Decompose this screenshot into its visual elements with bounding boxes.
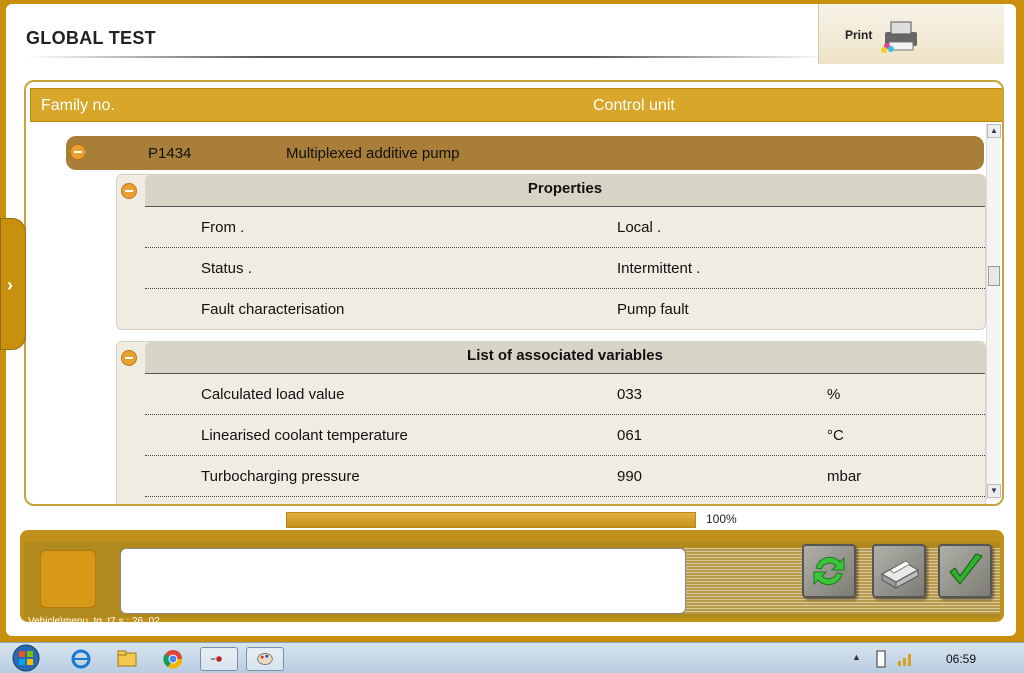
scroll-up-icon[interactable]: ▲: [987, 124, 1001, 138]
variable-value: 033: [617, 386, 643, 403]
variable-unit: mbar: [827, 468, 862, 485]
internet-explorer-icon[interactable]: [66, 647, 96, 671]
column-control-unit: Control unit: [593, 97, 675, 114]
variable-value: 990: [617, 468, 643, 485]
scroll-down-icon[interactable]: ▼: [987, 484, 1001, 498]
fault-row[interactable]: P1434 Multiplexed additive pump: [66, 136, 984, 170]
main-window: GLOBAL TEST Print Family no. Control uni…: [6, 4, 1016, 636]
variables-section: List of associated variables Calculated …: [116, 341, 986, 504]
taskbar: ▲ 06:59: [0, 642, 1024, 673]
refresh-icon: [813, 556, 845, 586]
property-value: Intermittent .: [617, 260, 701, 277]
property-label: From .: [201, 219, 245, 236]
fault-panel: Family no. Control unit P1434 Multiplexe…: [24, 80, 1004, 506]
variable-row: Calculated load value 033 %: [145, 374, 985, 415]
variable-label: Turbocharging pressure: [201, 468, 360, 485]
chrome-icon[interactable]: [158, 647, 188, 671]
clock[interactable]: 06:59: [946, 652, 976, 666]
properties-title: Properties: [145, 175, 985, 207]
print-label: Print: [845, 28, 873, 42]
message-box: [120, 548, 686, 614]
tray-expand-icon[interactable]: ▲: [852, 652, 861, 662]
fault-code: P1434: [148, 145, 192, 162]
app-frame: GLOBAL TEST Print Family no. Control uni…: [0, 0, 1024, 642]
fault-description: Multiplexed additive pump: [286, 145, 460, 162]
status-indicator: [40, 550, 96, 608]
diagnostic-app-icon[interactable]: [200, 647, 238, 671]
module-path: Vehicle\menu_tg_t7.s : 26_02: [28, 616, 160, 627]
progress-fill: [287, 513, 695, 527]
checkmark-icon: [949, 553, 983, 585]
variable-value: 061: [617, 427, 643, 444]
progress-bar: [286, 512, 696, 528]
side-panel-toggle[interactable]: ›: [0, 218, 26, 350]
variable-label: Calculated load value: [201, 386, 345, 403]
scroll-thumb[interactable]: [988, 266, 1000, 286]
refresh-button[interactable]: [802, 544, 856, 598]
property-value: Pump fault: [617, 301, 689, 318]
battery-icon[interactable]: [872, 647, 890, 671]
column-family-no: Family no.: [41, 97, 115, 114]
property-row: Fault characterisation Pump fault: [145, 289, 985, 330]
variable-unit: °C: [827, 427, 844, 444]
property-label: Fault characterisation: [201, 301, 345, 318]
vertical-scrollbar[interactable]: ▲ ▼: [986, 124, 1001, 500]
paint-icon[interactable]: [246, 647, 284, 671]
property-row: From . Local .: [145, 207, 985, 248]
chevron-right-icon: ›: [7, 275, 13, 295]
collapse-icon[interactable]: [70, 144, 86, 160]
signal-icon[interactable]: [896, 647, 916, 671]
progress-text: 100%: [706, 512, 737, 526]
variables-title: List of associated variables: [145, 342, 985, 374]
variable-row: Linearised coolant temperature 061 °C: [145, 415, 985, 456]
property-value: Local .: [617, 219, 662, 236]
collapse-icon[interactable]: [121, 183, 137, 199]
print-report-button[interactable]: [872, 544, 926, 598]
printer-icon: [880, 560, 920, 589]
variable-unit: %: [827, 386, 841, 403]
printer-icon: [881, 21, 917, 53]
collapse-icon[interactable]: [121, 350, 137, 366]
confirm-button[interactable]: [938, 544, 992, 598]
variable-row: Turbocharging pressure 990 mbar: [145, 456, 985, 497]
file-explorer-icon[interactable]: [112, 647, 142, 671]
property-row: Status . Intermittent .: [145, 248, 985, 289]
variable-label: Linearised coolant temperature: [201, 427, 408, 444]
column-header: Family no. Control unit: [30, 88, 1002, 122]
bottom-toolbar: [20, 530, 1004, 622]
bottom-toolbar-inner: [24, 542, 1000, 618]
print-button[interactable]: Print: [818, 4, 1004, 64]
properties-section: Properties From . Local . Status . Inter…: [116, 174, 986, 330]
windows-start-icon[interactable]: [8, 643, 44, 673]
title-divider: [26, 56, 826, 58]
property-label: Status .: [201, 260, 252, 277]
page-title: GLOBAL TEST: [26, 28, 156, 48]
